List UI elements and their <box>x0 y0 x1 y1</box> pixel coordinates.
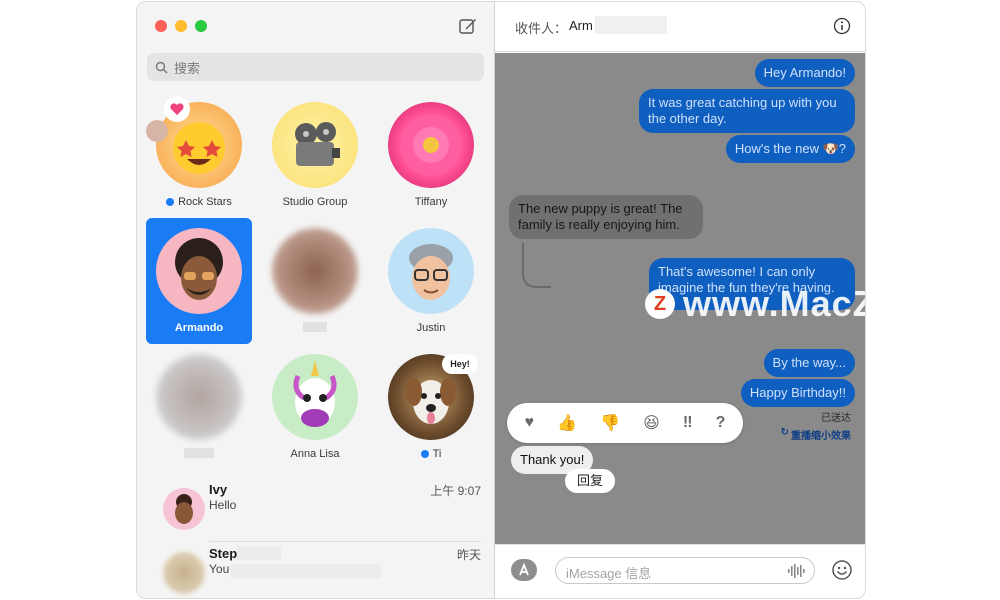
message-input[interactable]: iMessage 信息 <box>555 557 815 584</box>
pin-ti[interactable]: Hey! Ti <box>376 350 486 475</box>
search-placeholder: 搜索 <box>174 60 201 76</box>
avatar <box>388 228 474 314</box>
message-bubble-sent[interactable]: How's the new 🐶? <box>725 135 855 163</box>
question-tapback-icon[interactable]: ? <box>716 414 726 432</box>
pin-justin[interactable]: Justin <box>376 224 486 349</box>
conversation-time: 昨天 <box>456 548 481 562</box>
search-field[interactable]: 搜索 <box>147 53 484 81</box>
window-controls <box>155 20 207 32</box>
pin-label: Studio Group <box>282 196 348 208</box>
memoji-ivy-icon <box>175 494 193 524</box>
messages-window: 搜索 Rock Stars Studio Group Tiffany Arman… <box>136 1 866 599</box>
pin-label: Rock Stars <box>178 196 232 208</box>
memoji-armando-icon <box>175 238 223 300</box>
avatar <box>388 102 474 188</box>
pin-tiffany[interactable]: Tiffany <box>376 98 486 223</box>
thumbs-up-tapback-icon[interactable]: 👍 <box>557 413 577 433</box>
message-bubble-sent[interactable]: It was great catching up with you the ot… <box>639 89 855 133</box>
replay-label: 重播缩小效果 <box>791 431 851 442</box>
conversation-name: Ivy <box>209 482 228 497</box>
message-thread: Hey Armando! It was great catching up wi… <box>495 53 865 544</box>
composer-bar: iMessage 信息 <box>495 544 865 598</box>
info-icon[interactable] <box>833 17 851 35</box>
to-label: 收件人： <box>515 21 568 36</box>
typing-bubble: Hey! <box>442 354 478 374</box>
watermark-text: www.MacZ.com <box>683 283 865 324</box>
pin-label: Armando <box>174 322 224 334</box>
avatar <box>272 354 358 440</box>
flower-photo-icon <box>401 115 461 175</box>
app-store-icon <box>519 562 529 576</box>
divider <box>209 541 481 542</box>
pin-label: Tiffany <box>414 196 448 208</box>
pin-label: Justin <box>416 322 446 334</box>
redacted-recipient <box>595 16 667 34</box>
conversation-name: Step <box>209 546 238 561</box>
conversation-preview: You <box>209 562 230 576</box>
conversation-preview: Hello <box>209 498 237 512</box>
conversation-time: 上午 9:07 <box>430 484 481 498</box>
haha-tapback-icon[interactable]: 😆 <box>643 413 660 433</box>
pin-label: Ti <box>432 448 442 460</box>
search-icon <box>155 61 168 73</box>
tapback-menu: ♥ 👍 👎 😆 ‼ ? <box>507 403 743 443</box>
pin-label-redacted <box>184 448 214 458</box>
close-button[interactable] <box>155 20 167 32</box>
pin-rock-stars[interactable]: Rock Stars <box>144 96 254 223</box>
pin-label-redacted <box>303 322 327 332</box>
delivered-status: 已送达 <box>821 413 851 424</box>
emoji-icon[interactable] <box>831 559 853 581</box>
pin-anna-lisa[interactable]: Anna Lisa <box>260 350 370 475</box>
redacted-preview <box>231 564 381 578</box>
avatar <box>163 488 205 530</box>
avatar <box>272 228 358 314</box>
film-projector-icon <box>295 122 340 166</box>
reply-button[interactable]: 回复 <box>565 469 615 493</box>
message-bubble-sent[interactable]: By the way... <box>763 349 855 377</box>
reply-thread-line <box>522 243 551 288</box>
message-bubble-sent[interactable]: Hey Armando! <box>754 59 855 87</box>
pin-studio-group[interactable]: Studio Group <box>260 98 370 223</box>
chat-pane: 收件人： Arm Hey Armando! It was great catch… <box>495 2 865 598</box>
minimize-button[interactable] <box>175 20 187 32</box>
sidebar: 搜索 Rock Stars Studio Group Tiffany Arman… <box>137 2 495 598</box>
redacted-name <box>237 546 281 560</box>
watermark-logo: Z <box>645 289 675 319</box>
replay-effect-link[interactable]: ↻ 重播缩小效果 <box>781 427 851 442</box>
conversation-row-ivy[interactable]: Ivy Hello 上午 9:07 <box>151 480 481 540</box>
avatar <box>163 552 205 594</box>
heart-reaction-icon <box>164 96 190 122</box>
recipient-name[interactable]: Arm <box>569 18 593 33</box>
exclamation-tapback-icon[interactable]: ‼ <box>683 414 693 432</box>
pin-blurred-contact-2[interactable] <box>144 350 254 475</box>
chat-header: 收件人： Arm <box>495 2 865 52</box>
replay-icon: ↻ <box>780 427 789 438</box>
message-bubble-sent[interactable]: Happy Birthday!! <box>740 379 855 407</box>
app-store-button[interactable] <box>511 559 537 581</box>
memoji-justin-icon <box>409 244 453 300</box>
pin-label: Anna Lisa <box>290 448 340 460</box>
member-avatar-icon <box>146 120 168 142</box>
compose-icon[interactable] <box>458 16 478 36</box>
conversation-row-step[interactable]: Step You 昨天 <box>151 544 481 598</box>
avatar <box>272 102 358 188</box>
unread-dot <box>166 198 175 206</box>
avatar <box>156 228 242 314</box>
unread-dot <box>420 450 429 458</box>
zoom-button[interactable] <box>195 20 207 32</box>
heart-tapback-icon[interactable]: ♥ <box>525 414 535 432</box>
unicorn-memoji-icon <box>293 360 337 427</box>
message-bubble-received[interactable]: The new puppy is great! The family is re… <box>509 195 703 239</box>
pin-armando[interactable]: Armando <box>144 224 254 349</box>
pin-blurred-contact[interactable] <box>260 224 370 349</box>
avatar <box>156 354 242 440</box>
thumbs-down-tapback-icon[interactable]: 👎 <box>600 413 620 433</box>
audio-waveform-icon[interactable] <box>787 563 805 579</box>
